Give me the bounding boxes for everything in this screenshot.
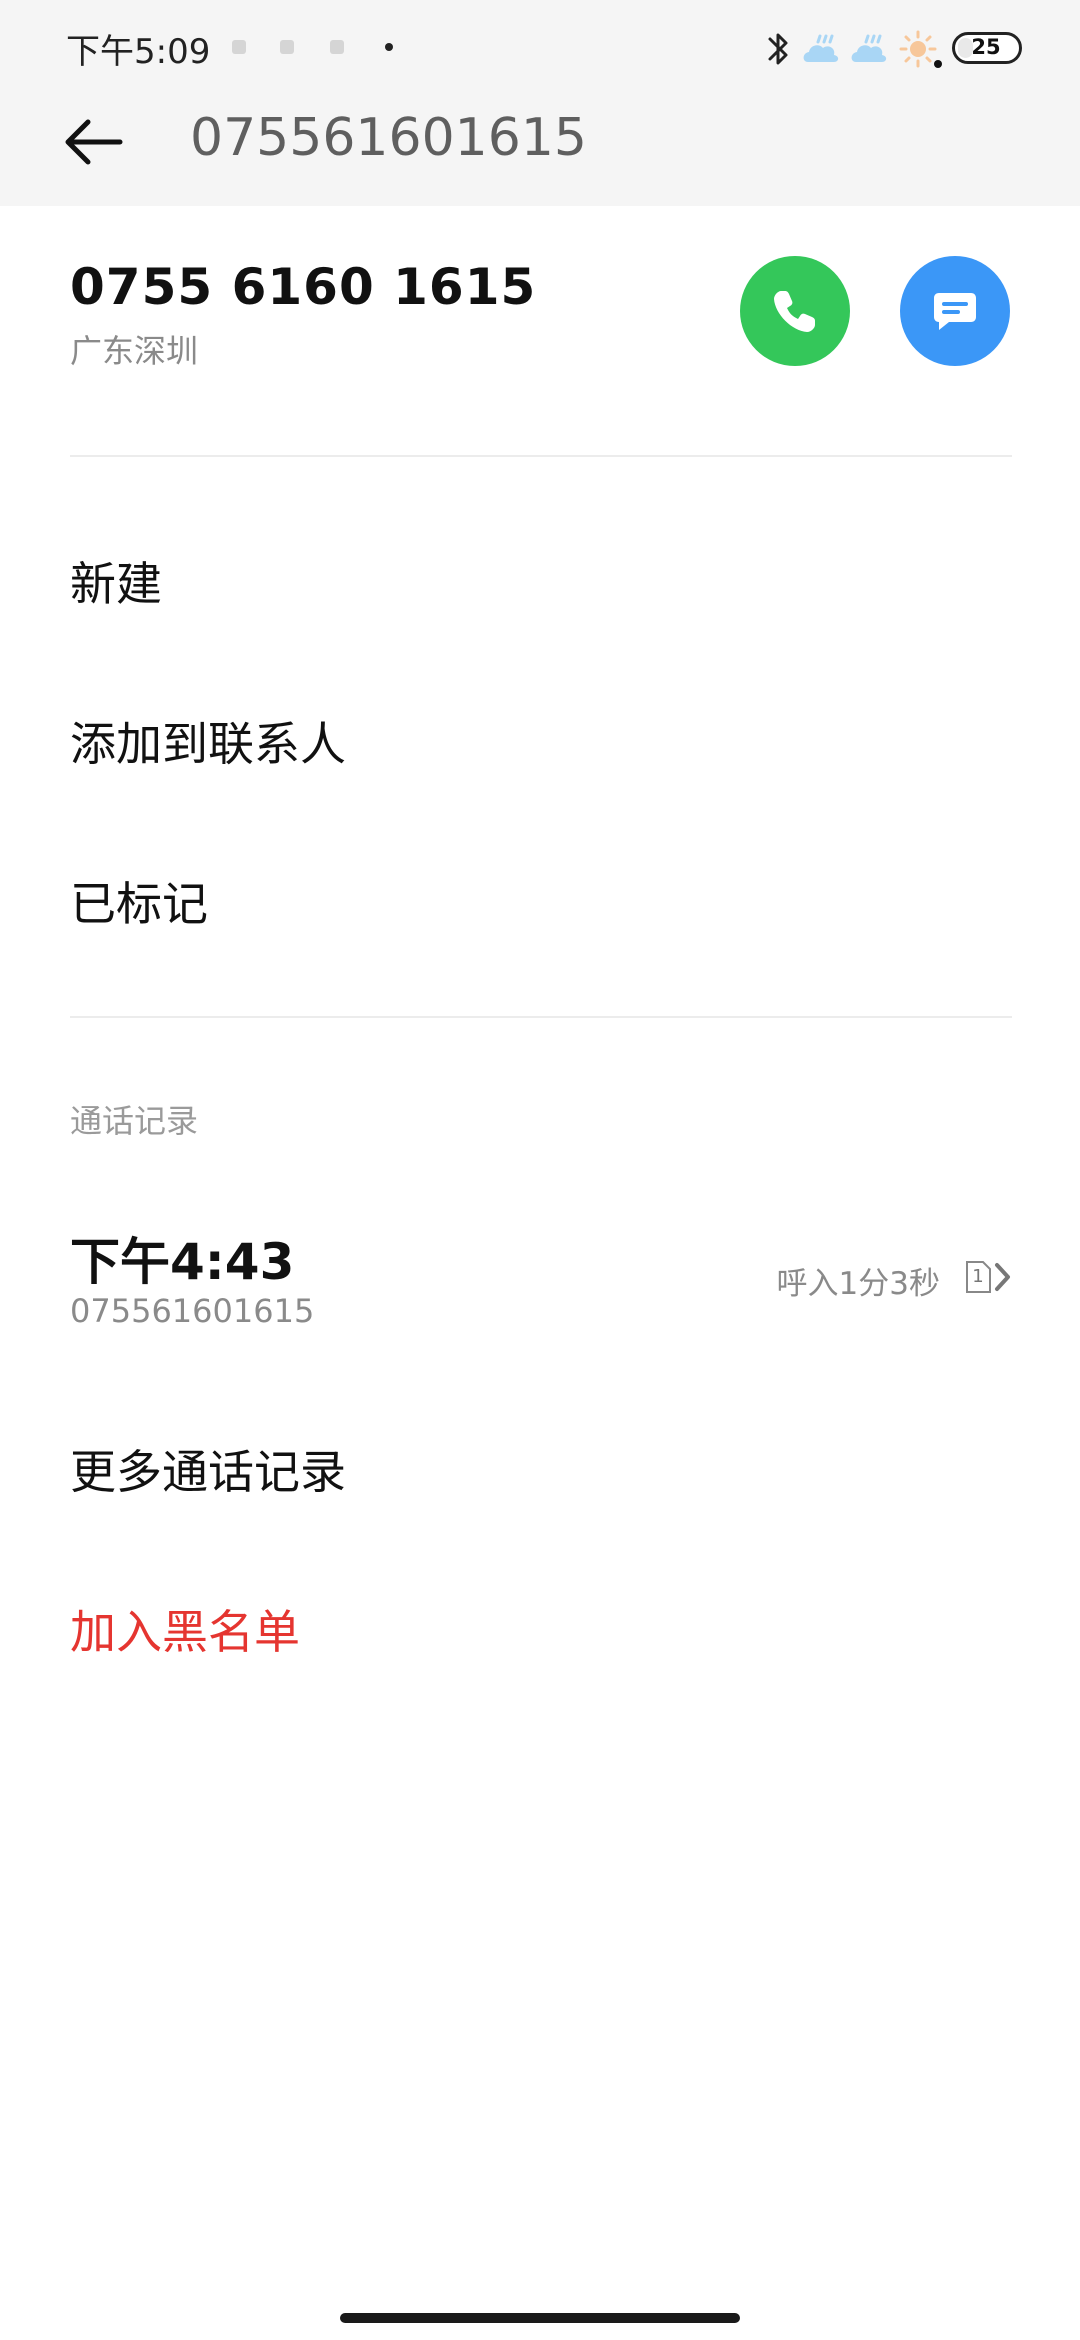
call-log-section-label: 通话记录 xyxy=(70,1102,199,1140)
page-title: 075561601615 xyxy=(190,108,588,168)
call-button[interactable] xyxy=(740,256,850,366)
add-to-contacts-item[interactable]: 添加到联系人 xyxy=(70,708,346,774)
more-call-logs-item[interactable]: 更多通话记录 xyxy=(70,1436,346,1502)
notification-icon xyxy=(232,40,246,54)
call-log-time: 下午4:43 xyxy=(70,1233,295,1291)
add-to-blacklist-item[interactable]: 加入黑名单 xyxy=(70,1596,300,1662)
message-button[interactable] xyxy=(900,256,1010,366)
sim-slot-number: 1 xyxy=(972,1266,984,1287)
battery-level: 25 xyxy=(971,35,1001,59)
battery-icon: 25 xyxy=(952,32,1022,64)
marked-item[interactable]: 已标记 xyxy=(70,868,208,934)
contact-detail-screen: 下午5:09 25 075561601615 0755 6160 1615 广东… xyxy=(0,0,1080,2340)
notification-icon xyxy=(330,40,344,54)
weather-cloud-icon xyxy=(803,34,839,62)
call-log-detail: 呼入1分3秒 xyxy=(776,1266,940,1302)
notification-dot-icon xyxy=(385,43,393,51)
divider xyxy=(70,455,1012,457)
weather-cloud-icon xyxy=(851,34,887,62)
home-indicator[interactable] xyxy=(340,2313,740,2323)
message-icon xyxy=(934,293,976,330)
sim-slot-label: 1 xyxy=(964,1260,992,1294)
divider xyxy=(70,1016,1012,1018)
phone-icon xyxy=(774,291,815,332)
back-button[interactable] xyxy=(56,110,132,174)
call-log-number: 075561601615 xyxy=(70,1292,315,1330)
chevron-right-icon xyxy=(995,1263,1010,1291)
indicator-dot-icon xyxy=(934,60,942,68)
arrow-left-icon xyxy=(65,119,123,165)
bluetooth-icon xyxy=(768,33,788,65)
top-bar-area: 下午5:09 25 075561601615 xyxy=(0,0,1080,206)
new-contact-item[interactable]: 新建 xyxy=(70,548,162,614)
status-time: 下午5:09 xyxy=(66,32,211,72)
number-location: 广东深圳 xyxy=(70,332,199,370)
notification-icon xyxy=(280,40,294,54)
phone-number: 0755 6160 1615 xyxy=(70,258,537,316)
